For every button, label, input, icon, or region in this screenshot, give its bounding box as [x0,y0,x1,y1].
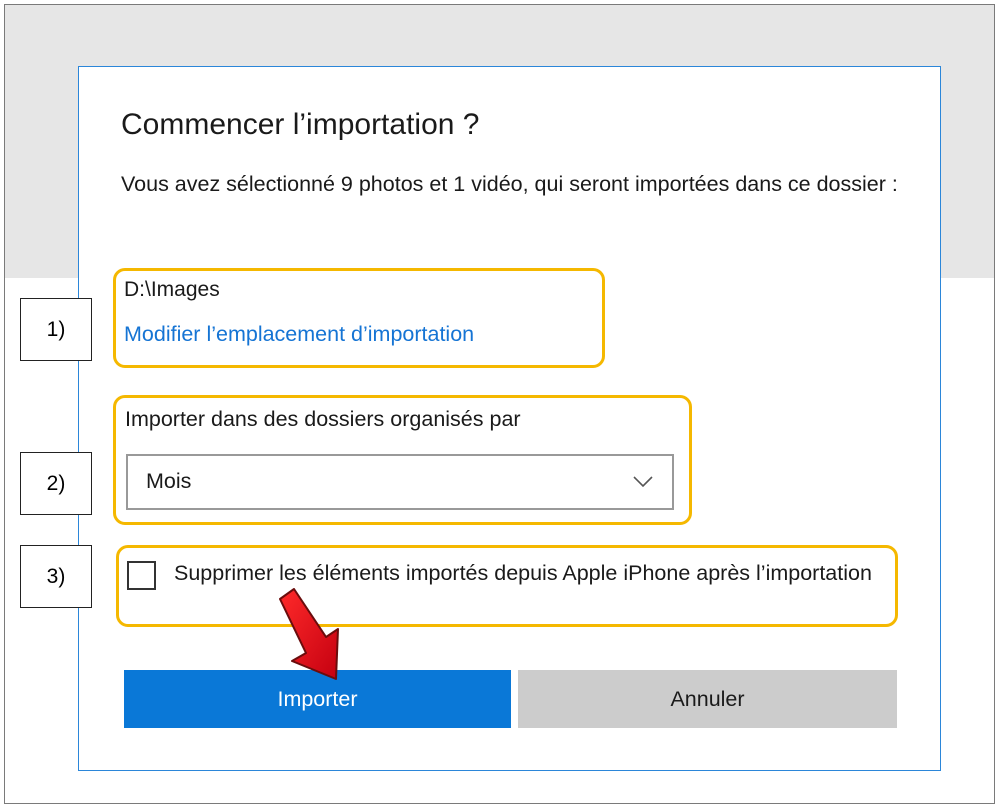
marker-3: 3) [20,545,92,608]
cancel-button[interactable]: Annuler [518,670,897,728]
marker-2: 2) [20,452,92,515]
chevron-down-icon [633,476,653,488]
organize-dropdown[interactable]: Mois [126,454,674,510]
red-arrow-icon [279,588,339,680]
delete-after-import-checkbox[interactable] [127,561,156,590]
dialog-description: Vous avez sélectionné 9 photos et 1 vidé… [121,172,898,196]
marker-1: 1) [20,298,92,361]
import-path: D:\Images [124,278,220,301]
organize-dropdown-value: Mois [146,469,192,493]
change-location-link[interactable]: Modifier l’emplacement d’importation [124,322,474,347]
dialog-title: Commencer l’importation ? [121,108,480,141]
organize-label: Importer dans des dossiers organisés par [125,407,521,431]
